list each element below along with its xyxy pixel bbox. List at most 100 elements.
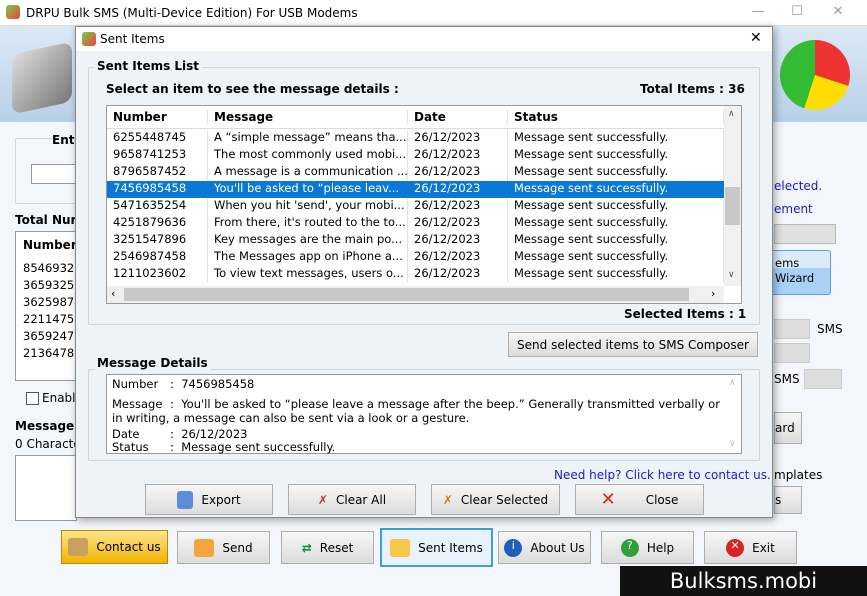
cell-status: Message sent successfully.	[508, 232, 724, 249]
send-to-composer-label: Send selected items to SMS Composer	[517, 337, 749, 352]
date-label: Date	[112, 427, 140, 441]
reset-icon: ⇄	[301, 540, 312, 555]
enter-input[interactable]	[31, 164, 81, 184]
templates-button-label: s	[775, 493, 782, 507]
horizontal-scrollbar[interactable]: ‹ ›	[107, 286, 724, 303]
scroll-left-icon[interactable]: ‹	[111, 287, 115, 300]
table-row[interactable]: 9658741253 The most commonly used mobi...…	[107, 147, 724, 164]
sms-select-1[interactable]	[774, 319, 810, 339]
scroll-thumb[interactable]	[725, 187, 740, 225]
group-title: Sent Items List	[94, 59, 203, 73]
cell-number: 4251879636	[107, 215, 208, 232]
cell-date: 26/12/2023	[408, 215, 508, 232]
reset-button[interactable]: ⇄ Reset	[281, 531, 374, 564]
column-header-number[interactable]: Number	[107, 110, 208, 124]
dropdown[interactable]	[774, 224, 836, 244]
send-button[interactable]: Send	[177, 531, 270, 564]
wizard-label: ard	[775, 421, 795, 435]
maximize-button[interactable]: ☐	[787, 4, 807, 19]
cell-number: 3251547896	[107, 232, 208, 249]
table-row[interactable]: 2546987458 The Messages app on iPhone a..…	[107, 249, 724, 266]
table-row[interactable]: 6255448745 A “simple message” means tha..…	[107, 130, 724, 147]
clear-all-button[interactable]: ✗ Clear All	[288, 484, 416, 515]
message-details-box[interactable]: Number: 7456985458 Message: You'll be as…	[106, 374, 742, 454]
management-link[interactable]: ement	[774, 202, 813, 216]
numbers-list[interactable]: Number 85469325 36593258 36259874 221147…	[15, 231, 82, 381]
close-button[interactable]: ✕	[828, 4, 848, 19]
enable-checkbox[interactable]	[26, 392, 39, 405]
sent-items-button[interactable]: Sent Items	[380, 528, 493, 567]
app-icon	[6, 5, 20, 19]
cell-number: 5471635254	[107, 198, 208, 215]
exit-button[interactable]: ✕ Exit	[704, 531, 797, 564]
cell-message: The most commonly used mobi...	[208, 147, 408, 164]
sent-items-table[interactable]: Number Message Date Status 6255448745 A “…	[106, 105, 742, 304]
hscroll-thumb[interactable]	[124, 288, 689, 301]
message-input[interactable]	[15, 455, 77, 521]
close-x-icon: ✕	[600, 489, 616, 510]
cell-date: 26/12/2023	[408, 266, 508, 283]
sms-label-1: SMS	[817, 322, 843, 336]
table-row[interactable]: 1211023602 To view text messages, users o…	[107, 266, 724, 283]
contact-label: Contact us	[96, 540, 161, 554]
templates-button[interactable]: s	[774, 486, 802, 514]
cell-status: Message sent successfully.	[508, 249, 724, 266]
send-to-composer-button[interactable]: Send selected items to SMS Composer	[508, 332, 758, 357]
help-button[interactable]: ? Help	[601, 531, 694, 564]
cell-status: Message sent successfully.	[508, 198, 724, 215]
close-dialog-button[interactable]: ✕ Close	[575, 484, 704, 515]
cell-date: 26/12/2023	[408, 130, 508, 147]
table-row[interactable]: 7456985458 You'll be asked to “please le…	[107, 181, 724, 198]
table-row[interactable]: 4251879636 From there, it's routed to the…	[107, 215, 724, 232]
column-header-message[interactable]: Message	[208, 110, 408, 124]
table-header: Number Message Date Status	[107, 106, 724, 129]
contact-us-button[interactable]: Contact us	[61, 530, 168, 564]
details-scroll-up-icon[interactable]: ∧	[729, 378, 736, 388]
details-title: Message Details	[94, 356, 211, 370]
vertical-scrollbar[interactable]: ∧ ∨	[724, 106, 741, 286]
column-header-date[interactable]: Date	[408, 110, 508, 124]
minimize-button[interactable]: —	[748, 4, 768, 19]
list-item: 36592471	[23, 329, 82, 343]
items-wizard-button[interactable]: ems Wizard	[770, 250, 831, 295]
table-row[interactable]: 8796587452 A message is a communication .…	[107, 164, 724, 181]
usb-modem-image	[12, 41, 72, 115]
dialog-close-button[interactable]: ✕	[750, 30, 762, 46]
about-us-button[interactable]: i About Us	[498, 531, 591, 564]
clear-selected-button[interactable]: ✗ Clear Selected	[431, 484, 560, 515]
help-link[interactable]: Need help? Click here to contact us.	[554, 468, 771, 482]
enter-label: Ent	[52, 133, 75, 147]
exit-icon: ✕	[726, 538, 745, 557]
sms-select-3[interactable]	[804, 369, 842, 389]
cell-message: A “simple message” means tha...	[208, 130, 408, 147]
wizard-button[interactable]: ard	[774, 412, 802, 444]
cell-date: 26/12/2023	[408, 181, 508, 198]
sms-select-2[interactable]	[774, 343, 810, 363]
scroll-down-icon[interactable]: ∨	[728, 270, 735, 280]
title-bar: DRPU Bulk SMS (Multi-Device Edition) For…	[0, 0, 867, 26]
about-label: About Us	[530, 540, 585, 555]
column-header-status[interactable]: Status	[508, 110, 724, 124]
table-row[interactable]: 5471635254 When you hit 'send', your mobi…	[107, 198, 724, 215]
help-icon: ?	[620, 538, 639, 557]
cell-status: Message sent successfully.	[508, 266, 724, 283]
instruction-label: Select an item to see the message detail…	[106, 82, 399, 96]
cell-number: 8796587452	[107, 164, 208, 181]
message-label: Message	[15, 419, 75, 433]
detail-number: Number: 7456985458	[112, 377, 255, 391]
export-button[interactable]: Export	[145, 484, 273, 515]
cell-number: 6255448745	[107, 130, 208, 147]
button-line: ems	[775, 256, 800, 270]
total-numbers-label: Total Nur	[15, 213, 77, 227]
scroll-up-icon[interactable]: ∧	[728, 109, 735, 119]
cell-message: To view text messages, users o...	[208, 266, 408, 283]
app-title: DRPU Bulk SMS (Multi-Device Edition) For…	[26, 6, 358, 20]
details-scroll-down-icon[interactable]: ∨	[729, 439, 736, 449]
help-label: Help	[646, 540, 675, 555]
table-row[interactable]: 3251547896 Key messages are the main po..…	[107, 232, 724, 249]
list-item: 21364789	[23, 346, 82, 360]
clear-all-icon: ✗	[317, 492, 328, 507]
scroll-right-icon[interactable]: ›	[711, 287, 715, 300]
cell-status: Message sent successfully.	[508, 164, 724, 181]
cell-number: 7456985458	[107, 181, 208, 198]
